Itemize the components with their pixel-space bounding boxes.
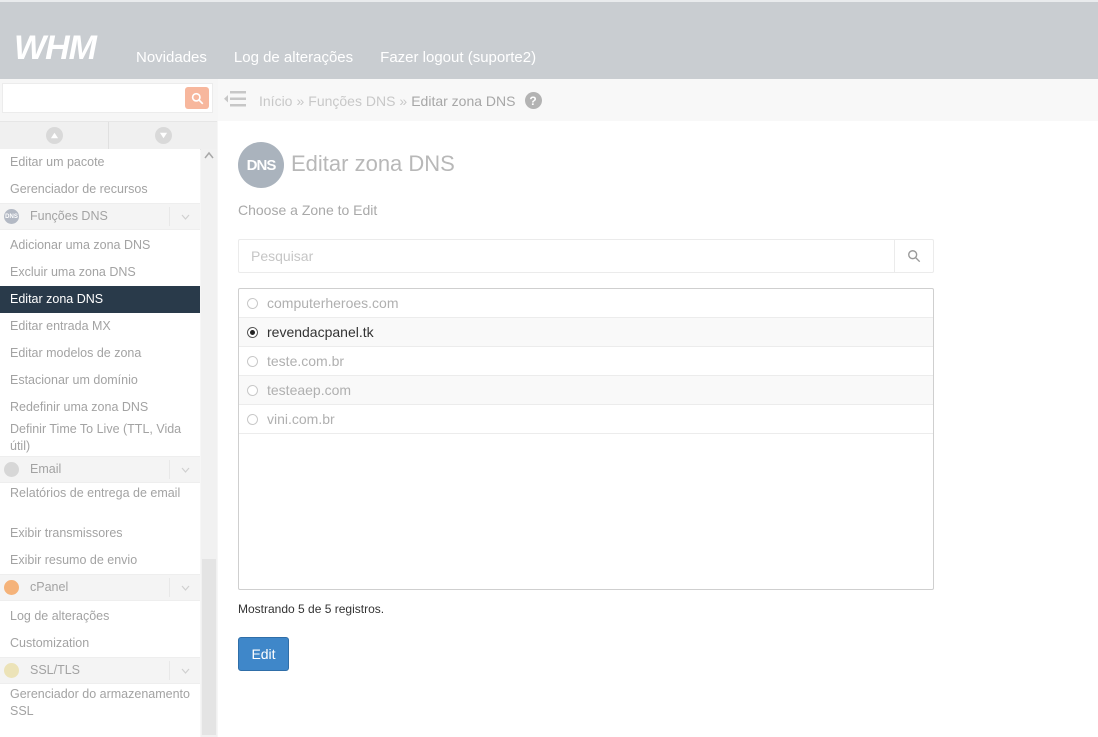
zone-radio[interactable]: [247, 384, 258, 396]
zone-list: computerheroes.com revendacpanel.tk teste.…: [238, 288, 934, 590]
breadcrumb-bar: Início » Funções DNS » Editar zona DNS ?: [218, 79, 1098, 121]
zone-radio[interactable]: [247, 297, 258, 309]
page-subtitle: Choose a Zone to Edit: [238, 202, 378, 218]
sidebar-item[interactable]: Gerenciador de recursos: [0, 176, 200, 203]
sidebar-category-label: SSL/TLS: [30, 663, 81, 677]
zone-search-button[interactable]: [894, 240, 933, 272]
sidebar-item[interactable]: Editar entrada MX: [0, 313, 200, 340]
email-icon: [4, 462, 19, 477]
sidebar-item[interactable]: Editar modelos de zona: [0, 340, 200, 367]
sidebar: Editar um pacote Gerenciador de recursos D…: [0, 79, 218, 737]
zone-row[interactable]: teste.com.br: [239, 347, 933, 376]
sidebar-item[interactable]: Definir Time To Live (TTL, Vida útil): [0, 421, 200, 456]
zone-search: [238, 239, 934, 273]
scroll-down-button[interactable]: [109, 122, 217, 149]
zone-row[interactable]: revendacpanel.tk: [239, 318, 933, 347]
search-icon: [908, 250, 921, 263]
sidebar-scrollbar[interactable]: [201, 149, 217, 737]
zone-radio[interactable]: [247, 413, 258, 425]
search-icon: [191, 92, 203, 104]
zone-name: revendacpanel.tk: [267, 324, 374, 340]
sidebar-item[interactable]: Editar um pacote: [0, 149, 200, 176]
sidebar-category-label: cPanel: [30, 580, 69, 594]
sidebar-menu: Editar um pacote Gerenciador de recursos D…: [0, 149, 200, 737]
breadcrumb: Início » Funções DNS » Editar zona DNS ?: [259, 92, 542, 109]
edit-button[interactable]: Edit: [238, 637, 289, 671]
zone-radio[interactable]: [247, 326, 258, 338]
zone-name: teste.com.br: [267, 353, 345, 369]
sidebar-item[interactable]: Excluir uma zona DNS: [0, 259, 200, 286]
breadcrumb-funcoes-dns[interactable]: Funções DNS: [308, 93, 395, 109]
scroll-up-arrow-icon[interactable]: [204, 151, 214, 159]
nav-log-alteracoes[interactable]: Log de alterações: [234, 49, 353, 66]
top-nav: Novidades Log de alterações Fazer logout…: [136, 49, 536, 66]
zone-name: vini.com.br: [267, 411, 335, 427]
breadcrumb-separator: »: [296, 92, 305, 109]
page-title: Editar zona DNS: [291, 151, 455, 176]
sidebar-item[interactable]: Customization: [0, 630, 200, 657]
sidebar-item[interactable]: Exibir transmissores: [0, 520, 200, 547]
breadcrumb-current: Editar zona DNS: [411, 92, 516, 109]
sidebar-scroll-controls: [0, 121, 217, 150]
breadcrumb-separator: »: [399, 92, 408, 109]
ssl-icon: [4, 663, 19, 678]
sidebar-search: [2, 83, 213, 113]
sidebar-item[interactable]: Relatórios de entrega de email: [0, 485, 200, 520]
sidebar-category[interactable]: Email: [0, 456, 200, 483]
zone-row[interactable]: testeaep.com: [239, 376, 933, 405]
menu-toggle-icon[interactable]: [224, 90, 246, 108]
zone-radio[interactable]: [247, 355, 258, 367]
sidebar-category-label: Email: [30, 462, 62, 476]
help-icon[interactable]: ?: [524, 92, 542, 109]
whm-logo[interactable]: WHM: [14, 30, 97, 66]
dns-icon-label: DNS: [246, 156, 277, 174]
sidebar-item[interactable]: Redefinir uma zona DNS: [0, 394, 200, 421]
chevron-down-icon[interactable]: [169, 661, 200, 680]
scrollbar-thumb[interactable]: [202, 559, 216, 735]
sidebar-item[interactable]: Exibir resumo de envio: [0, 547, 200, 574]
sidebar-item[interactable]: Log de alterações: [0, 603, 200, 630]
chevron-up-icon: [45, 127, 63, 144]
sidebar-category[interactable]: cPanel: [0, 574, 200, 601]
sidebar-item[interactable]: Estacionar um domínio: [0, 367, 200, 394]
sidebar-item[interactable]: Gerenciador do armazenamento SSL: [0, 686, 200, 721]
chevron-down-icon[interactable]: [169, 207, 200, 226]
sidebar-category[interactable]: SSL/TLS: [0, 657, 200, 684]
cpanel-icon: [4, 580, 19, 595]
main-content: DNS Editar zona DNS Choose a Zone to Edi…: [218, 121, 1098, 737]
sidebar-item[interactable]: Adicionar uma zona DNS: [0, 232, 200, 259]
chevron-down-icon[interactable]: [169, 460, 200, 479]
sidebar-item[interactable]: Editar zona DNS: [0, 286, 200, 313]
zone-name: computerheroes.com: [267, 295, 399, 311]
dns-page-icon: DNS: [238, 142, 284, 188]
chevron-down-icon: [154, 127, 172, 144]
sidebar-category[interactable]: DNS Funções DNS: [0, 203, 200, 230]
top-bar: WHM Novidades Log de alterações Fazer lo…: [0, 0, 1098, 79]
dns-icon: DNS: [4, 209, 19, 224]
zone-name: testeaep.com: [267, 382, 352, 398]
nav-novidades[interactable]: Novidades: [136, 49, 207, 66]
chevron-down-icon[interactable]: [169, 578, 200, 597]
zone-search-input[interactable]: [239, 240, 913, 272]
records-count: Mostrando 5 de 5 registros.: [238, 602, 385, 616]
sidebar-search-input[interactable]: [3, 84, 195, 112]
nav-logout[interactable]: Fazer logout (suporte2): [380, 49, 536, 66]
scroll-up-button[interactable]: [0, 122, 109, 149]
zone-row[interactable]: vini.com.br: [239, 405, 933, 434]
breadcrumb-inicio[interactable]: Início: [259, 93, 292, 109]
sidebar-search-button[interactable]: [185, 87, 209, 109]
sidebar-category-label: Funções DNS: [30, 209, 108, 223]
zone-row[interactable]: computerheroes.com: [239, 289, 933, 318]
